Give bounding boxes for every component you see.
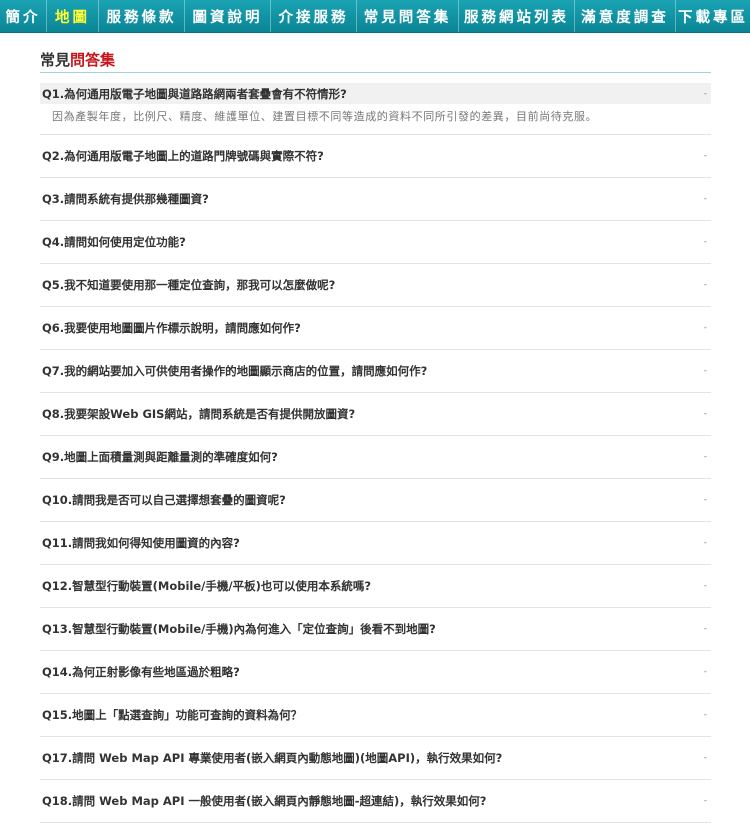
expand-icon[interactable]: - [704,796,707,806]
expand-icon[interactable]: - [704,409,707,419]
faq-question[interactable]: Q10.請問我是否可以自己選擇想套疊的圖資呢? - [40,489,711,510]
faq-item: Q18.請問 Web Map API 一般使用者(嵌入網頁內靜態地圖-超連結)，… [40,790,711,823]
faq-item: Q3.請問系統有提供那幾種圖資? - [40,188,711,221]
expand-icon[interactable]: - [704,151,707,161]
expand-icon[interactable]: - [704,280,707,290]
faq-item: Q8.我要架設Web GIS網站，請問系統是否有提供開放圖資? - [40,403,711,436]
collapse-icon[interactable]: - [704,89,707,99]
expand-icon[interactable]: - [704,495,707,505]
expand-icon[interactable]: - [704,323,707,333]
faq-question-text: Q2.為何通用版電子地圖上的道路門牌號碼與實際不符? [42,148,324,163]
faq-question[interactable]: Q17.請問 Web Map API 專業使用者(嵌入網頁內動態地圖)(地圖AP… [40,747,711,768]
expand-icon[interactable]: - [704,710,707,720]
faq-question[interactable]: Q1.為何通用版電子地圖與道路路網兩者套疊會有不符情形? - [40,83,711,104]
faq-question-text: Q4.請問如何使用定位功能? [42,234,186,249]
expand-icon[interactable]: - [704,538,707,548]
nav-item-downloads[interactable]: 下載專區 [676,0,750,32]
nav-item-data-description[interactable]: 圖資說明 [185,0,271,32]
faq-question[interactable]: Q12.智慧型行動裝置(Mobile/手機/平板)也可以使用本系統嗎? - [40,575,711,596]
faq-question-text: Q17.請問 Web Map API 專業使用者(嵌入網頁內動態地圖)(地圖AP… [42,750,503,765]
page-title: 常見問答集 [40,49,711,73]
main-content: 常見問答集 Q1.為何通用版電子地圖與道路路網兩者套疊會有不符情形? - 因為產… [40,33,711,823]
faq-question-text: Q8.我要架設Web GIS網站，請問系統是否有提供開放圖資? [42,406,356,421]
top-navigation-bar: 簡介 地圖 服務條款 圖資說明 介接服務 常見問答集 服務網站列表 滿意度調查 … [0,0,750,33]
faq-question-text: Q9.地圖上面積量測與距離量測的準確度如何? [42,449,278,464]
faq-question[interactable]: Q18.請問 Web Map API 一般使用者(嵌入網頁內靜態地圖-超連結)，… [40,790,711,811]
faq-question-text: Q15.地圖上「點選查詢」功能可查詢的資料為何？ [42,707,303,722]
faq-item: Q5.我不知道要使用那一種定位查詢，那我可以怎麼做呢? - [40,274,711,307]
nav-item-faq[interactable]: 常見問答集 [357,0,459,32]
expand-icon[interactable]: - [704,581,707,591]
faq-item: Q1.為何通用版電子地圖與道路路網兩者套疊會有不符情形? - 因為產製年度，比例… [40,83,711,135]
faq-question[interactable]: Q8.我要架設Web GIS網站，請問系統是否有提供開放圖資? - [40,403,711,424]
faq-question[interactable]: Q9.地圖上面積量測與距離量測的準確度如何? - [40,446,711,467]
page-title-prefix: 常見 [40,51,71,69]
faq-question-text: Q3.請問系統有提供那幾種圖資? [42,191,209,206]
faq-question[interactable]: Q13.智慧型行動裝置(Mobile/手機)內為何進入「定位查詢」後看不到地圖?… [40,618,711,639]
faq-question-text: Q13.智慧型行動裝置(Mobile/手機)內為何進入「定位查詢」後看不到地圖? [42,621,436,636]
expand-icon[interactable]: - [704,624,707,634]
faq-item: Q15.地圖上「點選查詢」功能可查詢的資料為何？ - [40,704,711,737]
faq-item: Q6.我要使用地圖圖片作標示說明，請問應如何作? - [40,317,711,350]
faq-item: Q4.請問如何使用定位功能? - [40,231,711,264]
faq-item: Q11.請問我如何得知使用圖資的內容? - [40,532,711,565]
faq-list: Q1.為何通用版電子地圖與道路路網兩者套疊會有不符情形? - 因為產製年度，比例… [40,83,711,823]
faq-item: Q2.為何通用版電子地圖上的道路門牌號碼與實際不符? - [40,145,711,178]
faq-question[interactable]: Q6.我要使用地圖圖片作標示說明，請問應如何作? - [40,317,711,338]
faq-question-text: Q5.我不知道要使用那一種定位查詢，那我可以怎麼做呢? [42,277,336,292]
faq-question[interactable]: Q2.為何通用版電子地圖上的道路門牌號碼與實際不符? - [40,145,711,166]
faq-item: Q7.我的網站要加入可供使用者操作的地圖顯示商店的位置，請問應如何作? - [40,360,711,393]
faq-question-text: Q7.我的網站要加入可供使用者操作的地圖顯示商店的位置，請問應如何作? [42,363,428,378]
faq-question[interactable]: Q14.為何正射影像有些地區過於粗略? - [40,661,711,682]
faq-question-text: Q14.為何正射影像有些地區過於粗略? [42,664,240,679]
expand-icon[interactable]: - [704,753,707,763]
faq-question[interactable]: Q15.地圖上「點選查詢」功能可查詢的資料為何？ - [40,704,711,725]
faq-question[interactable]: Q3.請問系統有提供那幾種圖資? - [40,188,711,209]
expand-icon[interactable]: - [704,237,707,247]
expand-icon[interactable]: - [704,667,707,677]
faq-question[interactable]: Q5.我不知道要使用那一種定位查詢，那我可以怎麼做呢? - [40,274,711,295]
faq-question-text: Q6.我要使用地圖圖片作標示說明，請問應如何作? [42,320,301,335]
faq-item: Q13.智慧型行動裝置(Mobile/手機)內為何進入「定位查詢」後看不到地圖?… [40,618,711,651]
faq-answer: 因為產製年度，比例尺、精度、維護單位、建置目標不同等造成的資料不同所引發的差異，… [52,110,598,123]
faq-question-text: Q18.請問 Web Map API 一般使用者(嵌入網頁內靜態地圖-超連結)，… [42,793,487,808]
faq-question-text: Q1.為何通用版電子地圖與道路路網兩者套疊會有不符情形? [42,86,347,101]
expand-icon[interactable]: - [704,366,707,376]
faq-item: Q10.請問我是否可以自己選擇想套疊的圖資呢? - [40,489,711,522]
nav-item-map[interactable]: 地圖 [47,0,99,32]
page-title-highlight: 問答集 [70,51,116,69]
faq-question[interactable]: Q7.我的網站要加入可供使用者操作的地圖顯示商店的位置，請問應如何作? - [40,360,711,381]
faq-item: Q14.為何正射影像有些地區過於粗略? - [40,661,711,694]
faq-item: Q12.智慧型行動裝置(Mobile/手機/平板)也可以使用本系統嗎? - [40,575,711,608]
faq-question[interactable]: Q11.請問我如何得知使用圖資的內容? - [40,532,711,553]
nav-item-api-service[interactable]: 介接服務 [271,0,357,32]
faq-question-text: Q10.請問我是否可以自己選擇想套疊的圖資呢? [42,492,286,507]
faq-question[interactable]: Q4.請問如何使用定位功能? - [40,231,711,252]
nav-item-intro[interactable]: 簡介 [0,0,47,32]
nav-item-survey[interactable]: 滿意度調查 [575,0,676,32]
expand-icon[interactable]: - [704,452,707,462]
nav-item-service-sites[interactable]: 服務網站列表 [459,0,575,32]
faq-question-text: Q12.智慧型行動裝置(Mobile/手機/平板)也可以使用本系統嗎? [42,578,371,593]
faq-item: Q17.請問 Web Map API 專業使用者(嵌入網頁內動態地圖)(地圖AP… [40,747,711,780]
nav-item-terms[interactable]: 服務條款 [99,0,185,32]
faq-question-text: Q11.請問我如何得知使用圖資的內容? [42,535,240,550]
faq-item: Q9.地圖上面積量測與距離量測的準確度如何? - [40,446,711,479]
expand-icon[interactable]: - [704,194,707,204]
